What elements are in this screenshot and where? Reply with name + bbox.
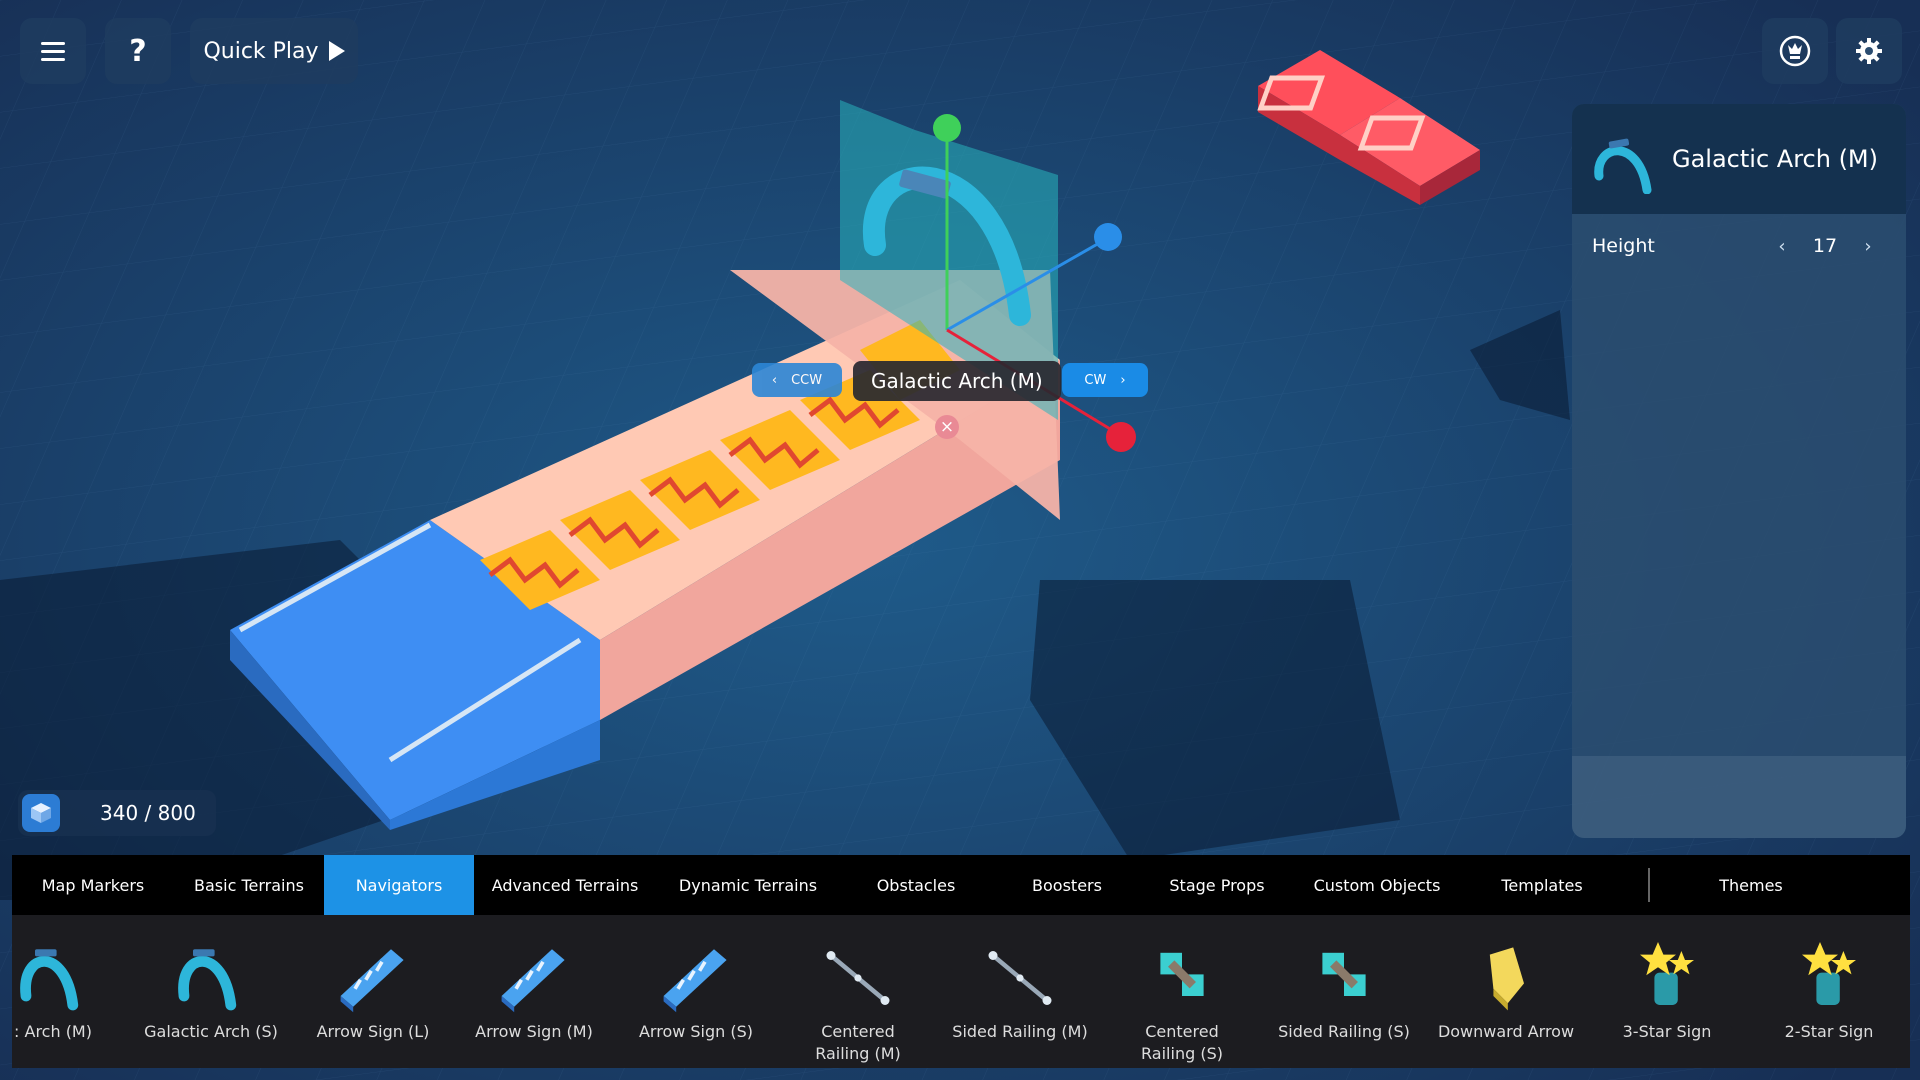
tab-basic-terrains[interactable]: Basic Terrains — [174, 855, 324, 915]
properties-header: Galactic Arch (M) — [1572, 104, 1906, 214]
item-label: : Arch (M) — [14, 1022, 92, 1041]
tab-navigators[interactable]: Navigators — [324, 855, 474, 915]
item-label: 2-Star Sign — [1784, 1022, 1874, 1041]
arch-icon — [12, 933, 103, 1023]
counter-text: 340 / 800 — [100, 801, 196, 825]
quick-play-button[interactable]: Quick Play — [190, 18, 358, 84]
quick-play-label: Quick Play — [203, 38, 319, 64]
help-label: ? — [129, 33, 147, 69]
star-sign-icon — [1779, 933, 1879, 1023]
railing-icon — [808, 933, 908, 1023]
item-arrow-sign-m[interactable]: Arrow Sign (M) — [453, 915, 615, 1068]
hamburger-icon — [41, 37, 65, 66]
tab-advanced-terrains[interactable]: Advanced Terrains — [474, 855, 656, 915]
star-sign-icon — [1617, 933, 1717, 1023]
item-label: Sided Railing (S) — [1278, 1022, 1410, 1041]
trophy-icon — [1779, 35, 1811, 67]
railing-icon — [970, 933, 1070, 1023]
settings-button[interactable] — [1836, 18, 1902, 84]
height-row: Height ‹ 17 › — [1572, 214, 1906, 278]
arrow-sign-icon — [646, 933, 746, 1023]
item-sided-railing-s[interactable]: Sided Railing (S) — [1263, 915, 1425, 1068]
item-2-star-sign[interactable]: 2-Star Sign — [1748, 915, 1910, 1068]
item-label: Centered Railing (S) — [1141, 1022, 1223, 1063]
gear-icon — [1856, 38, 1882, 64]
ccw-label: CCW — [791, 372, 823, 388]
arrow-sign-icon — [323, 933, 423, 1023]
menu-button[interactable] — [20, 18, 86, 84]
play-icon — [328, 41, 345, 61]
chevron-right-icon: › — [1120, 372, 1126, 388]
item-arrow-sign-l[interactable]: Arrow Sign (L) — [292, 915, 454, 1068]
tab-themes[interactable]: Themes — [1676, 855, 1826, 915]
cube-icon — [22, 794, 60, 832]
tab-templates[interactable]: Templates — [1462, 855, 1622, 915]
help-button[interactable]: ? — [105, 18, 171, 84]
item-label: 3-Star Sign — [1622, 1022, 1712, 1041]
tab-stage-props[interactable]: Stage Props — [1142, 855, 1292, 915]
tab-obstacles[interactable]: Obstacles — [840, 855, 992, 915]
height-label: Height — [1592, 235, 1655, 257]
item-arrow-sign-s[interactable]: Arrow Sign (S) — [615, 915, 777, 1068]
chevron-left-icon: ‹ — [771, 372, 778, 388]
item-shelf: : Arch (M) Galactic Arch (S) Arrow Sign (L… — [12, 915, 1910, 1068]
item-arch-m[interactable]: : Arch (M) — [12, 915, 134, 1068]
cw-label: CW — [1084, 372, 1107, 388]
arch-icon — [161, 933, 261, 1023]
railing-icon — [1294, 933, 1394, 1023]
item-label: Arrow Sign (M) — [475, 1022, 593, 1041]
properties-title: Galactic Arch (M) — [1672, 145, 1879, 173]
properties-panel: Galactic Arch (M) Height ‹ 17 › — [1572, 104, 1906, 838]
item-sided-railing-m[interactable]: Sided Railing (M) — [939, 915, 1101, 1068]
item-label: Arrow Sign (L) — [316, 1022, 430, 1041]
item-label: Sided Railing (M) — [952, 1022, 1088, 1041]
close-icon: × — [939, 417, 955, 437]
item-label: Arrow Sign (S) — [638, 1022, 754, 1041]
height-increase-button[interactable]: › — [1850, 236, 1886, 257]
arrow-sign-icon — [484, 933, 584, 1023]
item-centered-railing-m[interactable]: Centered Railing (M) — [777, 915, 939, 1068]
rotate-ccw-button[interactable]: ‹ CCW — [752, 363, 842, 397]
delete-object-button[interactable]: × — [935, 415, 959, 439]
category-tabs: Map Markers Basic Terrains Navigators Advan… — [12, 855, 1910, 915]
item-centered-railing-s[interactable]: Centered Railing (S) — [1101, 915, 1263, 1068]
height-value: 17 — [1812, 235, 1838, 257]
selected-object-label: Galactic Arch (M) — [853, 361, 1061, 401]
height-decrease-button[interactable]: ‹ — [1764, 236, 1800, 257]
item-label: Galactic Arch (S) — [144, 1022, 278, 1041]
tab-dynamic-terrains[interactable]: Dynamic Terrains — [656, 855, 840, 915]
tab-divider — [1648, 868, 1650, 902]
downward-arrow-icon — [1456, 933, 1556, 1023]
tab-boosters[interactable]: Boosters — [992, 855, 1142, 915]
properties-footer — [1572, 756, 1906, 838]
item-3-star-sign[interactable]: 3-Star Sign — [1586, 915, 1748, 1068]
item-downward-arrow[interactable]: Downward Arrow — [1425, 915, 1587, 1068]
rotate-cw-button[interactable]: CW › — [1062, 363, 1148, 397]
item-label: Centered Railing (M) — [815, 1022, 901, 1063]
object-counter: 340 / 800 — [18, 790, 216, 836]
arch-icon — [1572, 109, 1672, 209]
tab-map-markers[interactable]: Map Markers — [12, 855, 174, 915]
trophy-button[interactable] — [1762, 18, 1828, 84]
item-galactic-arch-s[interactable]: Galactic Arch (S) — [130, 915, 292, 1068]
tab-custom-objects[interactable]: Custom Objects — [1292, 855, 1462, 915]
railing-icon — [1132, 933, 1232, 1023]
item-label: Downward Arrow — [1437, 1022, 1575, 1041]
